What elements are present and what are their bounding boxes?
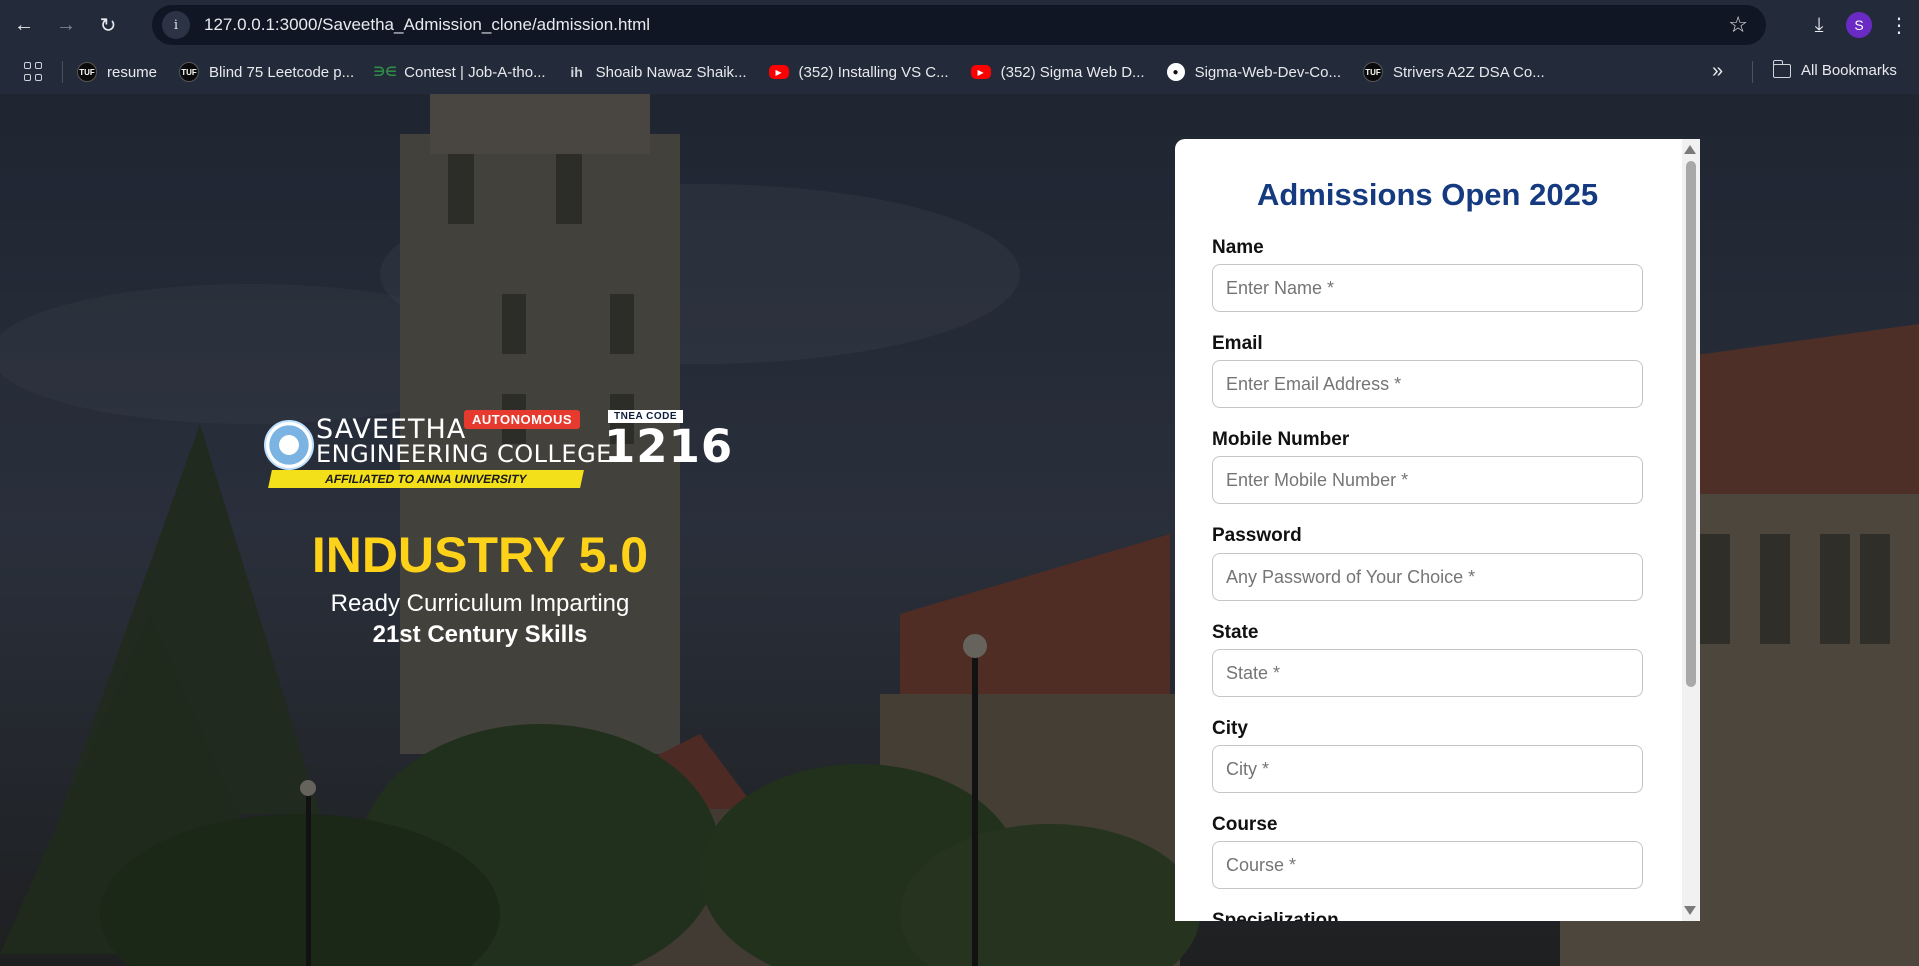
logo-subname: ENGINEERING COLLEGE xyxy=(316,440,612,468)
mobile-label: Mobile Number xyxy=(1212,429,1350,450)
reload-button[interactable]: ↻ xyxy=(90,7,126,43)
state-label: State xyxy=(1212,622,1259,643)
bookmark-item[interactable]: ▶ (352) Installing VS C... xyxy=(768,63,949,81)
bookmark-label: Sigma-Web-Dev-Co... xyxy=(1194,63,1341,81)
avatar: S xyxy=(1846,12,1872,38)
site-info-icon[interactable]: i xyxy=(162,11,190,39)
apps-grid-icon[interactable] xyxy=(24,62,44,82)
course-label: Course xyxy=(1212,814,1278,835)
state-input[interactable] xyxy=(1212,649,1643,697)
bookmark-item[interactable]: TUF resume xyxy=(77,62,157,82)
divider xyxy=(62,61,63,83)
more-vertical-icon: ⋮ xyxy=(1889,14,1909,37)
admission-form-card: Admissions Open 2025 Name Email Mobile N… xyxy=(1175,139,1700,921)
hero-headline: INDUSTRY 5.0 xyxy=(311,527,649,583)
course-input[interactable] xyxy=(1212,841,1643,889)
bookmark-item[interactable]: ▶ (352) Sigma Web D... xyxy=(970,63,1145,81)
bookmark-item[interactable]: ih Shoaib Nawaz Shaik... xyxy=(568,63,747,81)
bookmark-label: Strivers A2Z DSA Co... xyxy=(1393,63,1545,81)
tuf-icon: TUF xyxy=(179,62,200,82)
arrow-right-icon: → xyxy=(56,13,76,36)
bookmark-label: Blind 75 Leetcode p... xyxy=(209,63,355,81)
reload-icon: ↻ xyxy=(99,14,117,37)
folder-icon xyxy=(1772,59,1791,78)
browser-toolbar: ← → ↻ i 127.0.0.1:3000/Saveetha_Admissio… xyxy=(0,0,1919,50)
github-icon: ● xyxy=(1166,63,1185,81)
bookmark-label: Contest | Job-A-tho... xyxy=(404,63,546,81)
bookmark-label: (352) Sigma Web D... xyxy=(1000,63,1145,81)
url-text[interactable]: 127.0.0.1:3000/Saveetha_Admission_clone/… xyxy=(204,15,650,35)
page-viewport: SAVEETHA ENGINEERING COLLEGE AUTONOMOUS … xyxy=(0,94,1919,966)
city-label: City xyxy=(1212,718,1248,739)
back-button[interactable]: ← xyxy=(6,7,42,43)
autonomous-badge: AUTONOMOUS xyxy=(464,410,581,429)
bookmark-item[interactable]: TUF Strivers A2Z DSA Co... xyxy=(1363,62,1545,82)
browser-tools: ⤓ S ⋮ xyxy=(1799,0,1919,50)
tnea-code: 1216 xyxy=(604,420,734,473)
form-scrollbar[interactable] xyxy=(1682,139,1700,921)
city-input[interactable] xyxy=(1212,745,1643,793)
bookmark-star-icon[interactable]: ☆ xyxy=(1728,12,1748,38)
arrow-left-icon: ← xyxy=(14,13,34,36)
gfg-icon: ∋∈ xyxy=(373,64,397,79)
bookmark-item[interactable]: ∋∈ Contest | Job-A-tho... xyxy=(373,63,546,81)
address-bar[interactable]: i 127.0.0.1:3000/Saveetha_Admission_clon… xyxy=(152,5,1766,45)
mobile-input[interactable] xyxy=(1212,456,1643,504)
all-bookmarks-button[interactable]: All Bookmarks xyxy=(1772,59,1897,79)
college-seal-icon xyxy=(264,420,314,470)
bookmark-label: (352) Installing VS C... xyxy=(798,63,949,81)
more-bookmarks-button[interactable]: » xyxy=(1712,60,1723,83)
scrollbar-thumb[interactable] xyxy=(1686,161,1696,687)
hero-subline: Ready Curriculum Imparting xyxy=(330,590,630,617)
college-logo: SAVEETHA ENGINEERING COLLEGE AUTONOMOUS … xyxy=(264,410,732,488)
downloads-button[interactable]: ⤓ xyxy=(1799,5,1839,45)
all-bookmarks-label: All Bookmarks xyxy=(1801,62,1897,79)
profile-button[interactable]: S xyxy=(1839,5,1879,45)
divider xyxy=(1752,61,1753,83)
form-title: Admissions Open 2025 xyxy=(1256,177,1599,212)
bookmark-item[interactable]: ● Sigma-Web-Dev-Co... xyxy=(1166,63,1341,81)
affiliation-text: AFFILIATED TO ANNA UNIVERSITY xyxy=(323,472,529,486)
tuf-icon: TUF xyxy=(1363,62,1383,82)
menu-button[interactable]: ⋮ xyxy=(1879,5,1919,45)
bookmark-label: resume xyxy=(107,63,158,81)
scroll-up-arrow-icon[interactable] xyxy=(1684,145,1696,154)
specialization-label: Specialization xyxy=(1212,910,1339,921)
forward-button[interactable]: → xyxy=(48,7,84,43)
password-input[interactable] xyxy=(1212,553,1643,601)
download-icon: ⤓ xyxy=(1814,13,1824,36)
admission-form: Admissions Open 2025 Name Email Mobile N… xyxy=(1175,139,1680,921)
ih-icon: ih xyxy=(570,64,583,80)
tuf-icon: TUF xyxy=(77,62,97,82)
email-label: Email xyxy=(1212,333,1263,354)
youtube-icon: ▶ xyxy=(970,65,991,79)
name-input[interactable] xyxy=(1212,264,1643,312)
bookmarks-bar: TUF resume TUF Blind 75 Leetcode p... ∋∈… xyxy=(0,50,1919,94)
password-label: Password xyxy=(1212,525,1302,546)
scroll-down-arrow-icon[interactable] xyxy=(1684,906,1696,915)
hero-subline-bold: 21st Century Skills xyxy=(372,621,588,648)
email-input[interactable] xyxy=(1212,360,1643,408)
youtube-icon: ▶ xyxy=(768,65,789,79)
affiliation-band: AFFILIATED TO ANNA UNIVERSITY xyxy=(268,470,584,488)
bookmark-item[interactable]: TUF Blind 75 Leetcode p... xyxy=(179,62,354,82)
bookmark-label: Shoaib Nawaz Shaik... xyxy=(595,63,747,81)
name-label: Name xyxy=(1212,237,1264,258)
